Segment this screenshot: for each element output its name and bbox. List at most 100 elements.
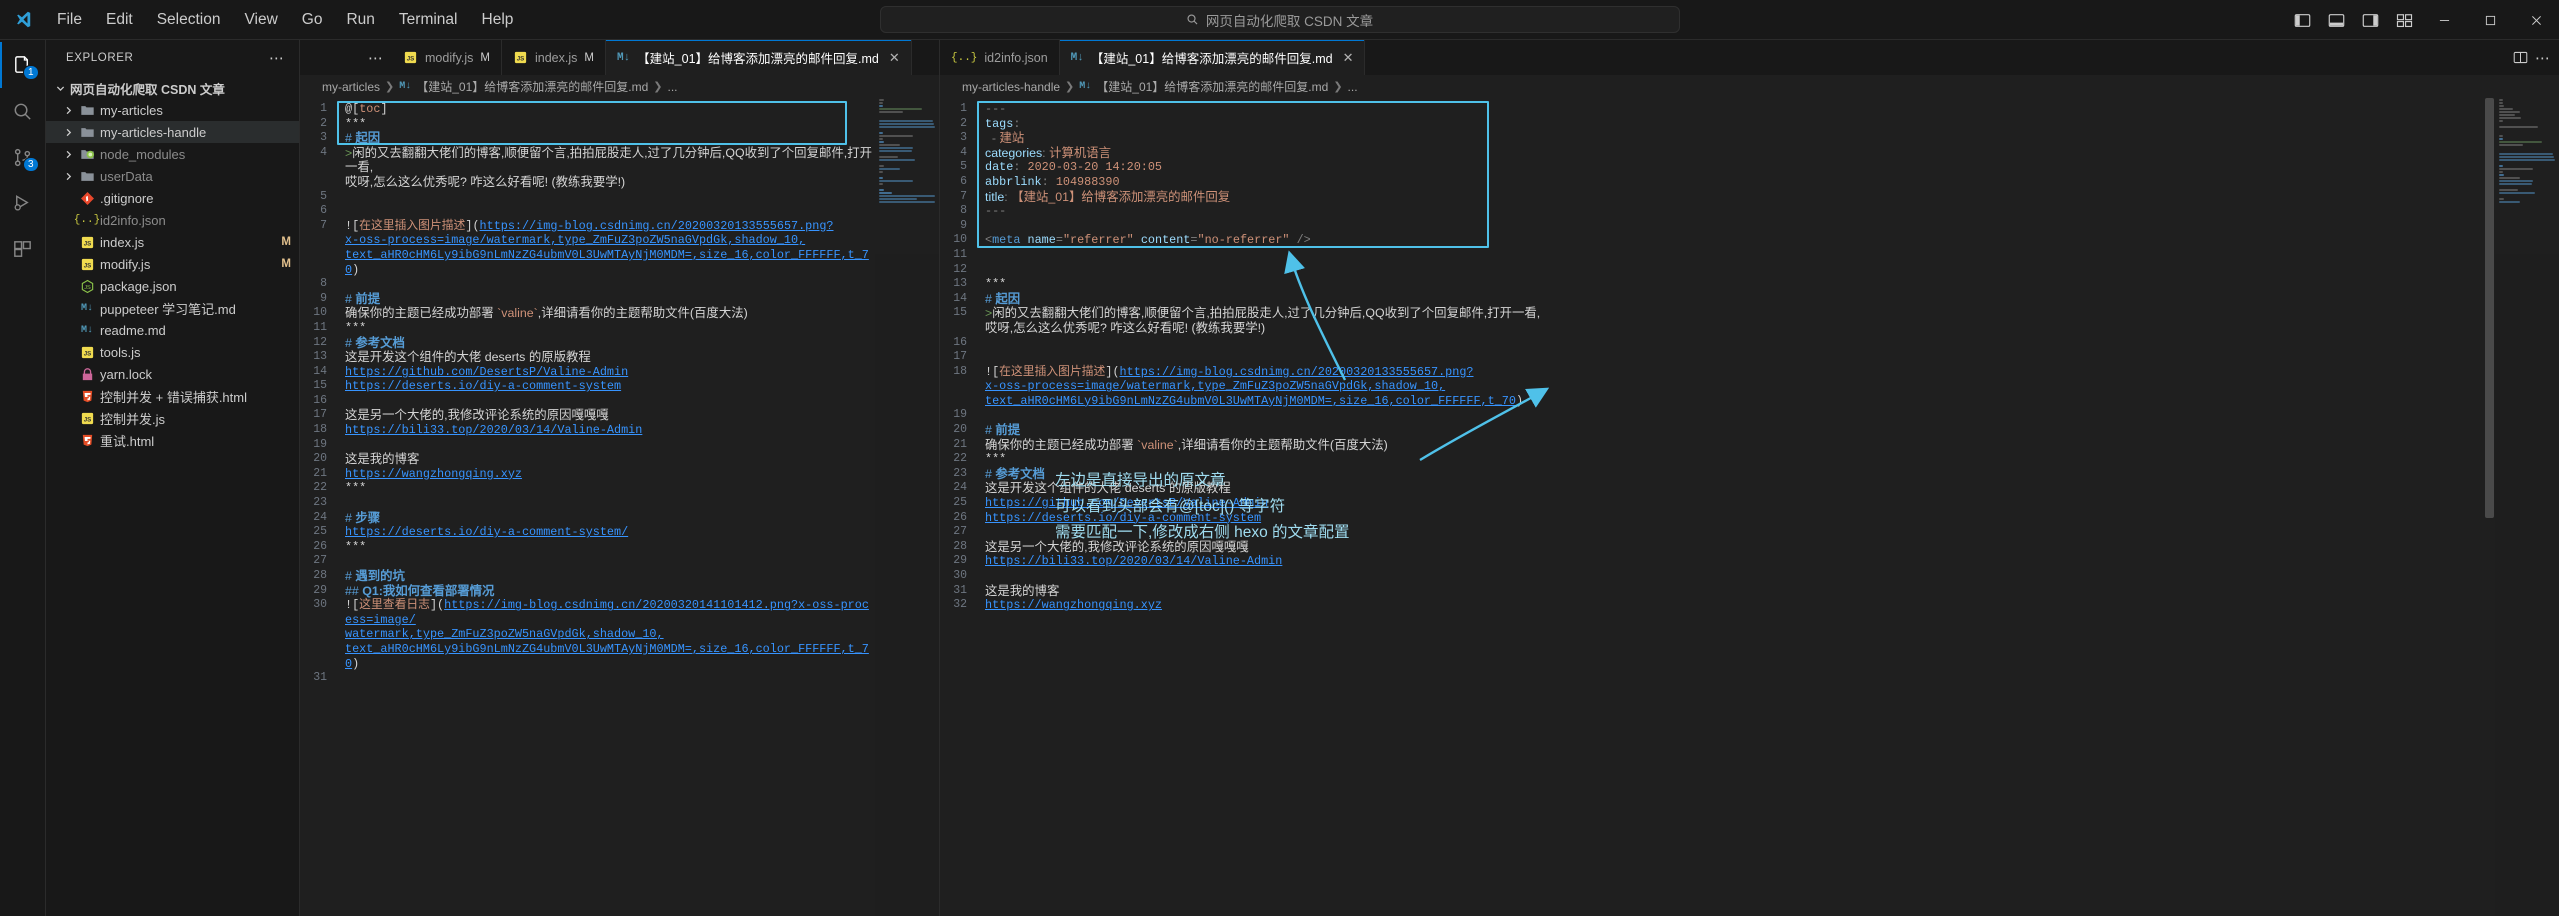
tab-01-md[interactable]: M↓ 【建站_01】给博客添加漂亮的邮件回复.md ✕ — [605, 40, 912, 75]
code-line[interactable]: 12 — [940, 263, 2495, 278]
code-line[interactable]: 15 https://deserts.io/diy-a-comment-syste… — [300, 379, 875, 394]
code-line[interactable]: 28 这是另一个大佬的,我修改评论系统的原因嘎嘎嘎 — [940, 540, 2495, 555]
code-line[interactable]: 4 categories: 计算机语言 — [940, 146, 2495, 161]
left-code-scroll[interactable]: 1 @[toc] 2 *** 3 # 起因 4 >闲的又去翻翻大佬们的博客,顺便留个言,拍拍屁… — [300, 98, 875, 916]
line-content[interactable]: date: 2020-03-20 14:20:05 — [978, 160, 1162, 175]
menu-run[interactable]: Run — [335, 7, 385, 33]
code-line[interactable]: 32 https://wangzhongqing.xyz — [940, 598, 2495, 613]
code-line[interactable]: 30 ![这里查看日志](https://img-blog.csdnimg.cn/… — [300, 598, 875, 627]
code-line[interactable]: 18 ![在这里插入图片描述](https://img-blog.csdnimg.… — [940, 365, 2495, 380]
line-content[interactable]: - 建站 — [978, 131, 1024, 146]
code-line[interactable]: 9 — [940, 219, 2495, 234]
chevron-right-icon[interactable] — [60, 150, 76, 159]
chevron-right-icon[interactable] — [60, 128, 76, 137]
line-content[interactable] — [338, 204, 352, 219]
line-content[interactable]: # 起因 — [978, 292, 1020, 307]
tree-item-index-js[interactable]: JS index.js M — [46, 231, 299, 253]
menu-go[interactable]: Go — [291, 7, 334, 33]
line-content[interactable]: x-oss-process=image/watermark,type_ZmFuZ… — [978, 379, 1445, 394]
tree-item-tools-js[interactable]: JS tools.js — [46, 341, 299, 363]
right-vertical-scrollbar[interactable] — [2485, 98, 2495, 916]
code-line[interactable]: 20 这是我的博客 — [300, 452, 875, 467]
line-content[interactable]: # 参考文档 — [978, 467, 1045, 482]
code-line[interactable]: 哎呀,怎么这么优秀呢? 咋这么好看呢! (教练我要学!) — [300, 175, 875, 190]
line-content[interactable]: # 步骤 — [338, 511, 380, 526]
code-line[interactable]: 13 这是开发这个组件的大佬 deserts 的原版教程 — [300, 350, 875, 365]
code-line[interactable]: 3 # 起因 — [300, 131, 875, 146]
code-line[interactable]: 30 — [940, 569, 2495, 584]
breadcrumb-file[interactable]: 【建站_01】给博客添加漂亮的邮件回复.md — [416, 78, 648, 95]
tab-index-js[interactable]: JS index.js M — [501, 40, 606, 75]
left-tabbar-overflow[interactable]: ⋯ — [300, 40, 392, 75]
line-content[interactable]: 这是另一个大佬的,我修改评论系统的原因嘎嘎嘎 — [978, 540, 1249, 555]
line-content[interactable]: https://deserts.io/diy-a-comment-system — [338, 379, 621, 394]
line-content[interactable]: # 前提 — [978, 423, 1020, 438]
code-line[interactable]: text_aHR0cHM6Ly9ibG9nLmNzZG4ubmV0L3UwMTA… — [300, 248, 875, 277]
chevron-right-icon[interactable] — [60, 172, 76, 181]
code-line[interactable]: 17 — [940, 350, 2495, 365]
right-tabbar-actions[interactable]: ⋯ — [2499, 40, 2559, 75]
left-breadcrumb[interactable]: my-articles ❯ M↓ 【建站_01】给博客添加漂亮的邮件回复.md … — [300, 75, 939, 98]
explorer-more-actions-icon[interactable]: ⋯ — [263, 49, 291, 67]
tab-close-icon[interactable]: ✕ — [889, 50, 900, 66]
line-content[interactable] — [338, 394, 352, 409]
code-line[interactable]: 2 *** — [300, 117, 875, 132]
code-line[interactable]: 16 — [940, 336, 2495, 351]
line-content[interactable]: text_aHR0cHM6Ly9ibG9nLmNzZG4ubmV0L3UwMTA… — [338, 642, 875, 671]
menu-bar[interactable]: File Edit Selection View Go Run Terminal… — [46, 7, 524, 33]
code-line[interactable]: 16 — [300, 394, 875, 409]
code-line[interactable]: watermark,type_ZmFuZ3poZW5naGVpdGk,shado… — [300, 627, 875, 642]
line-content[interactable]: https://wangzhongqing.xyz — [338, 467, 522, 482]
tree-item-userdata[interactable]: userData — [46, 165, 299, 187]
code-line[interactable]: 12 # 参考文档 — [300, 336, 875, 351]
code-line[interactable]: 24 # 步骤 — [300, 511, 875, 526]
line-content[interactable] — [978, 336, 992, 351]
code-line[interactable]: 5 — [300, 190, 875, 205]
breadcrumb-symbol-right[interactable]: ... — [1348, 80, 1358, 94]
code-line[interactable]: 7 title: 【建站_01】给博客添加漂亮的邮件回复 — [940, 190, 2495, 205]
tab-modify-js[interactable]: JS modify.js M — [392, 40, 502, 75]
code-line[interactable]: 28 # 遇到的坑 — [300, 569, 875, 584]
window-minimize-button[interactable] — [2421, 0, 2467, 40]
menu-terminal[interactable]: Terminal — [388, 7, 469, 33]
code-line[interactable]: 23 — [300, 496, 875, 511]
window-close-button[interactable] — [2513, 0, 2559, 40]
code-line[interactable]: text_aHR0cHM6Ly9ibG9nLmNzZG4ubmV0L3UwMTA… — [300, 642, 875, 671]
tab-id2info-json[interactable]: {..} id2info.json — [940, 40, 1060, 75]
line-content[interactable]: 这是开发这个组件的大佬 deserts 的原版教程 — [338, 350, 591, 365]
code-line[interactable]: 11 *** — [300, 321, 875, 336]
tree-item--gitignore[interactable]: .gitignore — [46, 187, 299, 209]
line-content[interactable]: # 参考文档 — [338, 336, 405, 351]
right-editor[interactable]: 1 --- 2 tags: 3 - 建站 4 categories: 计算机语言 5 date:… — [940, 98, 2559, 916]
line-content[interactable]: tags: — [978, 117, 1020, 132]
line-content[interactable] — [338, 671, 352, 686]
line-content[interactable]: https://github.com/DesertsP/Valine-Admin — [978, 496, 1268, 511]
tree-item-readme-md[interactable]: M↓ readme.md — [46, 319, 299, 341]
code-line[interactable]: 22 *** — [940, 452, 2495, 467]
right-breadcrumb[interactable]: my-articles-handle ❯ M↓ 【建站_01】给博客添加漂亮的邮… — [940, 75, 2559, 98]
code-line[interactable]: 27 — [940, 525, 2495, 540]
code-line[interactable]: 15 >闲的又去翻翻大佬们的博客,顺便留个言,拍拍屁股走人,过了几分钟后,QQ收到… — [940, 306, 2495, 321]
line-content[interactable]: --- — [978, 204, 1006, 219]
code-line[interactable]: 14 https://github.com/DesertsP/Valine-Adm… — [300, 365, 875, 380]
line-content[interactable] — [338, 496, 352, 511]
code-line[interactable]: 19 — [300, 438, 875, 453]
line-content[interactable]: ![在这里插入图片描述](https://img-blog.csdnimg.cn… — [978, 365, 1474, 380]
line-content[interactable]: 确保你的主题已经成功部署 `valine`,详细请看你的主题帮助文件(百度大法) — [338, 306, 748, 321]
line-content[interactable]: ## Q1:我如何查看部署情况 — [338, 584, 494, 599]
line-content[interactable]: 这是我的博客 — [978, 584, 1059, 599]
menu-file[interactable]: File — [46, 7, 93, 33]
line-content[interactable]: # 前提 — [338, 292, 380, 307]
breadcrumb-folder-right[interactable]: my-articles-handle — [962, 80, 1060, 94]
code-line[interactable]: 10 <meta name="referrer" content="no-refe… — [940, 233, 2495, 248]
line-content[interactable] — [978, 350, 992, 365]
line-content[interactable]: text_aHR0cHM6Ly9ibG9nLmNzZG4ubmV0L3UwMTA… — [978, 394, 1523, 409]
code-line[interactable]: 31 — [300, 671, 875, 686]
tree-item-my-articles-handle[interactable]: my-articles-handle — [46, 121, 299, 143]
left-tab-bar[interactable]: ⋯ JS modify.js M JS index.js M M↓ 【建站_01】给博客添加漂… — [300, 40, 939, 75]
code-line[interactable]: 8 — [300, 277, 875, 292]
right-tabs[interactable]: {..} id2info.json M↓ 【建站_01】给博客添加漂亮的邮件回复.md… — [940, 40, 1366, 75]
line-content[interactable]: 哎呀,怎么这么优秀呢? 咋这么好看呢! (教练我要学!) — [338, 175, 625, 190]
code-line[interactable]: 7 ![在这里插入图片描述](https://img-blog.csdnimg.c… — [300, 219, 875, 234]
code-line[interactable]: 27 — [300, 554, 875, 569]
